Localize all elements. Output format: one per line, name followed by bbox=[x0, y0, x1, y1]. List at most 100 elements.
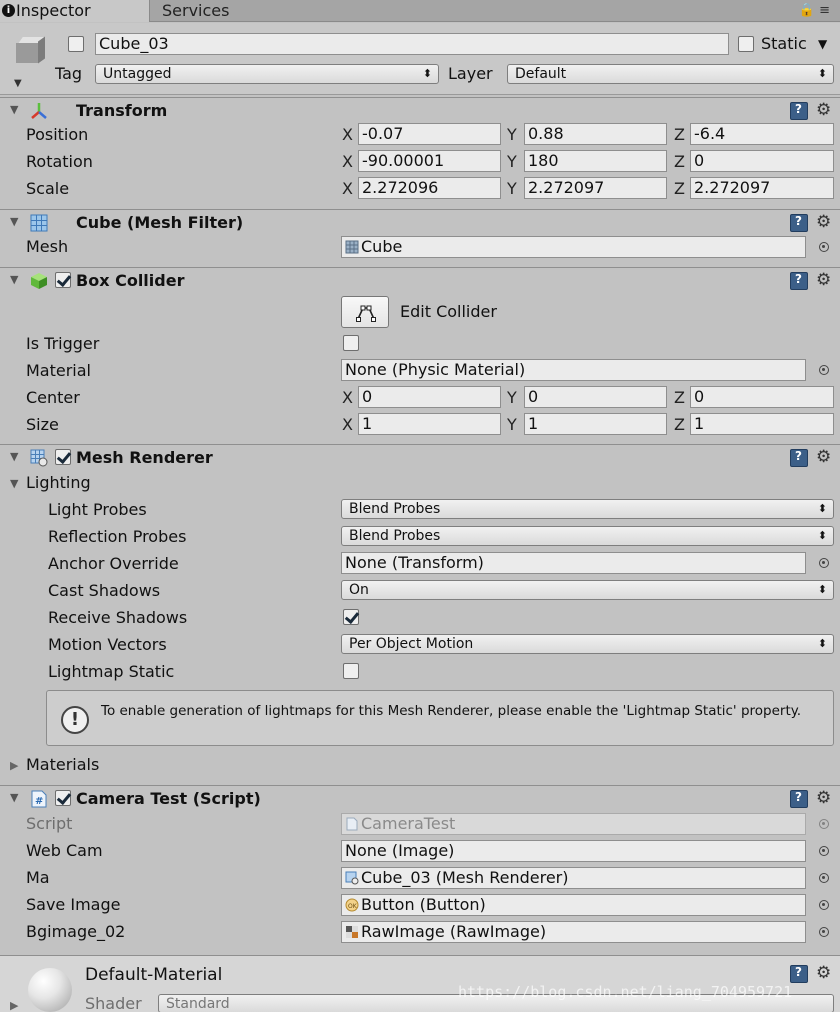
fold-arrow-icon[interactable]: ▼ bbox=[10, 215, 18, 228]
camera-test-enabled-checkbox[interactable] bbox=[55, 790, 71, 806]
fold-arrow-icon[interactable]: ▼ bbox=[10, 450, 18, 463]
anchor-override-field[interactable]: None (Transform) bbox=[341, 552, 806, 574]
tab-inspector[interactable]: i Inspector bbox=[0, 0, 150, 22]
tab-services[interactable]: Services bbox=[162, 0, 229, 22]
axis-z-label[interactable]: Z bbox=[674, 125, 685, 145]
lighting-foldout[interactable]: Lighting bbox=[26, 473, 91, 493]
help-icon[interactable] bbox=[790, 965, 808, 983]
help-icon[interactable] bbox=[790, 272, 808, 290]
axis-x-label[interactable]: X bbox=[342, 388, 353, 408]
axis-x-label[interactable]: X bbox=[342, 152, 353, 172]
mesh-renderer-enabled-checkbox[interactable] bbox=[55, 449, 71, 465]
mesh-object-field[interactable]: Cube bbox=[341, 236, 806, 258]
gear-icon[interactable]: ⚙ bbox=[816, 213, 831, 231]
mesh-renderer-header[interactable]: ▼ Mesh Renderer ⚙ bbox=[0, 444, 840, 470]
axis-z-label[interactable]: Z bbox=[674, 388, 685, 408]
motion-vectors-dropdown[interactable]: Per Object Motion ⬍ bbox=[341, 634, 834, 654]
center-x-field[interactable]: 0 bbox=[358, 386, 501, 408]
gear-icon[interactable]: ⚙ bbox=[816, 101, 831, 119]
center-y-field[interactable]: 0 bbox=[524, 386, 667, 408]
center-label[interactable]: Center bbox=[26, 388, 80, 408]
axis-y-label[interactable]: Y bbox=[507, 415, 517, 435]
fold-arrow-icon[interactable]: ▼ bbox=[10, 103, 18, 116]
ma-field[interactable]: Cube_03 (Mesh Renderer) bbox=[341, 867, 806, 889]
fold-arrow-icon[interactable]: ▼ bbox=[10, 273, 18, 286]
object-picker-icon[interactable] bbox=[819, 900, 829, 910]
gameobject-cube-icon[interactable] bbox=[12, 33, 46, 67]
save-image-field[interactable]: OK Button (Button) bbox=[341, 894, 806, 916]
object-picker-icon[interactable] bbox=[819, 242, 829, 252]
static-checkbox[interactable] bbox=[738, 36, 754, 52]
axis-x-label[interactable]: X bbox=[342, 179, 353, 199]
axis-y-label[interactable]: Y bbox=[507, 388, 517, 408]
object-picker-icon[interactable] bbox=[819, 846, 829, 856]
gameobject-active-checkbox[interactable] bbox=[68, 36, 84, 52]
scale-z-field[interactable]: 2.272097 bbox=[690, 177, 834, 199]
edit-collider-button[interactable] bbox=[341, 296, 389, 328]
receive-shadows-label: Receive Shadows bbox=[48, 608, 188, 627]
rotation-label[interactable]: Rotation bbox=[26, 152, 93, 172]
gear-icon[interactable]: ⚙ bbox=[816, 789, 831, 807]
physic-material-field[interactable]: None (Physic Material) bbox=[341, 359, 806, 381]
center-z-field[interactable]: 0 bbox=[690, 386, 834, 408]
scale-x-field[interactable]: 2.272096 bbox=[358, 177, 501, 199]
position-z-field[interactable]: -6.4 bbox=[690, 123, 834, 145]
axis-y-label[interactable]: Y bbox=[507, 152, 517, 172]
axis-x-label[interactable]: X bbox=[342, 125, 353, 145]
size-z-field[interactable]: 1 bbox=[690, 413, 834, 435]
receive-shadows-checkbox[interactable] bbox=[343, 609, 359, 625]
rotation-y-field[interactable]: 180 bbox=[524, 150, 667, 172]
help-icon[interactable] bbox=[790, 790, 808, 808]
lighting-fold-arrow-icon[interactable]: ▼ bbox=[10, 477, 18, 490]
bgimage-field[interactable]: RawImage (RawImage) bbox=[341, 921, 806, 943]
axis-y-label[interactable]: Y bbox=[507, 179, 517, 199]
box-collider-enabled-checkbox[interactable] bbox=[55, 272, 71, 288]
axis-z-label[interactable]: Z bbox=[674, 179, 685, 199]
object-picker-icon[interactable] bbox=[819, 558, 829, 568]
help-icon[interactable] bbox=[790, 214, 808, 232]
help-icon[interactable] bbox=[790, 449, 808, 467]
static-dropdown-arrow-icon[interactable]: ▼ bbox=[818, 34, 827, 54]
rotation-x-field[interactable]: -90.00001 bbox=[358, 150, 501, 172]
scale-y-field[interactable]: 2.272097 bbox=[524, 177, 667, 199]
lightmap-static-checkbox[interactable] bbox=[343, 663, 359, 679]
lock-menu-icon[interactable]: 🔒 ≡ bbox=[799, 3, 830, 18]
position-label[interactable]: Position bbox=[26, 125, 88, 145]
fold-arrow-icon[interactable]: ▼ bbox=[10, 791, 18, 804]
material-fold-arrow-icon[interactable]: ▶ bbox=[10, 999, 18, 1012]
object-picker-icon[interactable] bbox=[819, 927, 829, 937]
size-x-field[interactable]: 1 bbox=[358, 413, 501, 435]
gear-icon[interactable]: ⚙ bbox=[816, 271, 831, 289]
materials-foldout[interactable]: Materials bbox=[26, 755, 99, 775]
scale-label[interactable]: Scale bbox=[26, 179, 69, 199]
position-y-field[interactable]: 0.88 bbox=[524, 123, 667, 145]
position-x-field[interactable]: -0.07 bbox=[358, 123, 501, 145]
axis-z-label[interactable]: Z bbox=[674, 152, 685, 172]
materials-fold-arrow-icon[interactable]: ▶ bbox=[10, 759, 18, 772]
gear-icon[interactable]: ⚙ bbox=[816, 448, 831, 466]
cast-shadows-dropdown[interactable]: On ⬍ bbox=[341, 580, 834, 600]
mesh-filter-header[interactable]: ▼ Cube (Mesh Filter) ⚙ bbox=[0, 209, 840, 235]
tag-dropdown[interactable]: Untagged ⬍ bbox=[95, 64, 439, 84]
object-name-field[interactable]: Cube_03 bbox=[95, 33, 729, 55]
object-picker-icon[interactable] bbox=[819, 365, 829, 375]
camera-test-header[interactable]: ▼ # Camera Test (Script) ⚙ bbox=[0, 785, 840, 811]
box-collider-header[interactable]: ▼ Box Collider ⚙ bbox=[0, 267, 840, 293]
axis-x-label[interactable]: X bbox=[342, 415, 353, 435]
rotation-z-field[interactable]: 0 bbox=[690, 150, 834, 172]
axis-y-label[interactable]: Y bbox=[507, 125, 517, 145]
object-picker-icon[interactable] bbox=[819, 873, 829, 883]
icon-dropdown-arrow-icon[interactable]: ▼ bbox=[14, 78, 22, 89]
light-probes-label: Light Probes bbox=[48, 500, 147, 519]
reflection-probes-dropdown[interactable]: Blend Probes ⬍ bbox=[341, 526, 834, 546]
gear-icon[interactable]: ⚙ bbox=[816, 964, 831, 982]
light-probes-dropdown[interactable]: Blend Probes ⬍ bbox=[341, 499, 834, 519]
size-label[interactable]: Size bbox=[26, 415, 59, 435]
axis-z-label[interactable]: Z bbox=[674, 415, 685, 435]
web-cam-field[interactable]: None (Image) bbox=[341, 840, 806, 862]
size-y-field[interactable]: 1 bbox=[524, 413, 667, 435]
help-icon[interactable] bbox=[790, 102, 808, 120]
layer-dropdown[interactable]: Default ⬍ bbox=[507, 64, 834, 84]
transform-header[interactable]: ▼ Transform ⚙ bbox=[0, 97, 840, 123]
is-trigger-checkbox[interactable] bbox=[343, 335, 359, 351]
